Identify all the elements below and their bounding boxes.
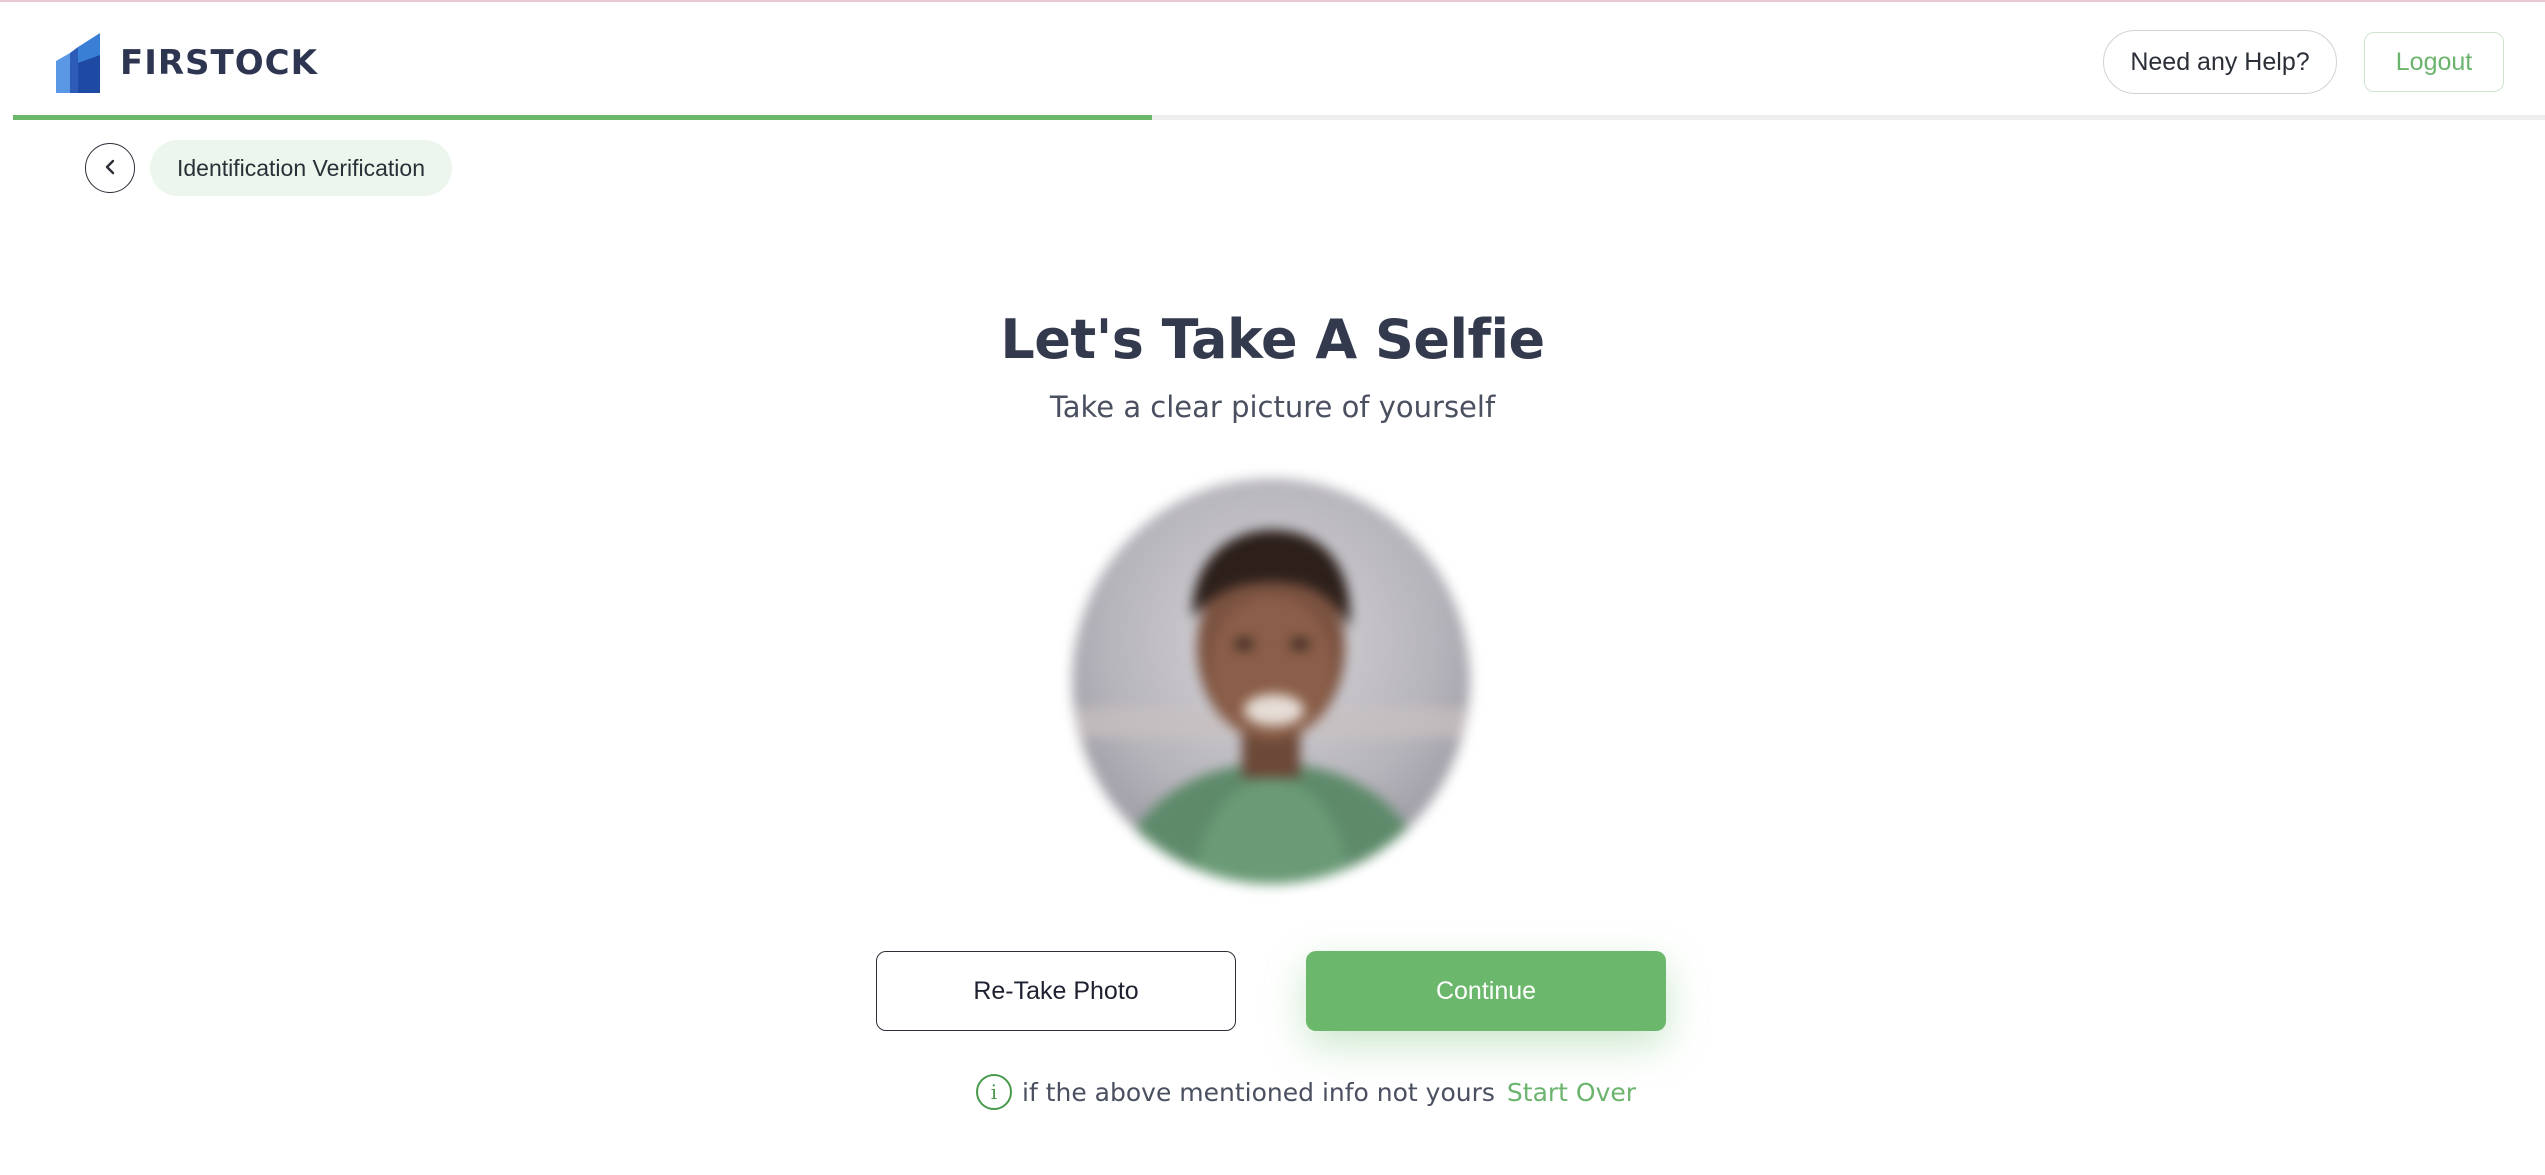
start-over-note-text: if the above mentioned info not yours <box>1022 1077 1495 1107</box>
continue-button[interactable]: Continue <box>1306 951 1666 1031</box>
page-subtitle: Take a clear picture of yourself <box>1049 390 1496 424</box>
start-over-link[interactable]: Start Over <box>1507 1078 1636 1107</box>
start-over-note: i if the above mentioned info not yours … <box>976 1074 1636 1110</box>
logout-button[interactable]: Logout <box>2364 32 2504 92</box>
app-header: FIRSTOCK Need any Help? Logout <box>0 2 2545 116</box>
progress-bar-fill <box>13 115 1153 120</box>
step-label-pill: Identification Verification <box>150 140 452 196</box>
page-title: Let's Take A Selfie <box>1000 308 1545 371</box>
selfie-preview <box>1072 478 1470 884</box>
brand-logo[interactable]: FIRSTOCK <box>56 32 318 94</box>
back-button[interactable] <box>85 143 135 193</box>
retake-photo-button[interactable]: Re-Take Photo <box>876 951 1236 1031</box>
progress-bar <box>13 115 2545 120</box>
need-help-button[interactable]: Need any Help? <box>2103 30 2337 94</box>
brand-name: FIRSTOCK <box>120 43 318 83</box>
chevron-left-icon <box>100 157 120 180</box>
info-icon: i <box>976 1074 1012 1110</box>
building-logo-icon <box>56 33 100 93</box>
